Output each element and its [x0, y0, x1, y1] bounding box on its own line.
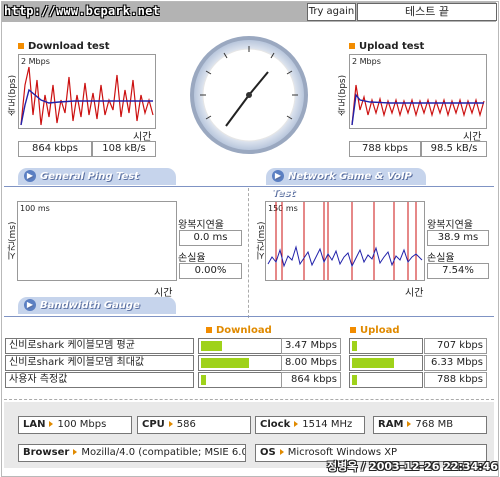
- bw-upload-header: Upload: [350, 325, 399, 336]
- arrow-right-icon: ▶: [272, 170, 284, 182]
- upload-gauge-bar: [349, 372, 423, 388]
- arrow-icon: [279, 449, 284, 455]
- bw-download-header: Download: [206, 325, 272, 336]
- upload-gauge-value: 788 kbps: [424, 372, 487, 388]
- upload-gauge-bar: [349, 355, 423, 371]
- signature-stamp: 정병옥 / 2003-12-26 22:34:46: [327, 460, 498, 473]
- ping-loss-value: 0.00%: [179, 263, 242, 279]
- ping-rtt-label: 왕복지연율: [178, 220, 224, 231]
- bandwidth-row-label: 신비로shark 케이블모뎀 최대값: [5, 355, 194, 371]
- cpu-box: CPU 586: [137, 416, 251, 434]
- download-kBs: 108 kB/s: [92, 141, 156, 157]
- tab-bandwidth-gauge[interactable]: ▶ Bandwidth Gauge: [18, 297, 176, 314]
- bandwidth-divider: [4, 316, 494, 317]
- arrow-right-icon: ▶: [24, 299, 36, 311]
- download-gauge-fill: [201, 358, 249, 368]
- upload-gauge-bar: [349, 338, 423, 354]
- upload-yaxis-label: 속도(bps): [338, 74, 348, 116]
- arrow-icon: [407, 421, 412, 427]
- try-again-button[interactable]: Try again: [307, 3, 356, 21]
- upload-gauge-value: 707 kbps: [424, 338, 487, 354]
- download-graph: 2 Mbps: [18, 54, 156, 129]
- site-url: http://www.bcpark.net: [4, 4, 160, 18]
- game-rtt-label: 왕복지연율: [427, 220, 473, 231]
- download-gauge-value: 864 kbps: [281, 372, 341, 388]
- download-gauge-fill: [201, 375, 206, 385]
- upload-title: Upload test: [349, 41, 424, 52]
- download-gauge-bar: [198, 338, 282, 354]
- upload-gauge-fill: [352, 375, 357, 385]
- speedometer-gauge: [190, 36, 308, 154]
- download-gauge-fill: [201, 341, 222, 351]
- tab-general-ping[interactable]: ▶ General Ping Test: [18, 168, 176, 185]
- game-graph: 150 ms: [265, 201, 425, 281]
- section-divider: [248, 188, 249, 318]
- system-divider: [4, 399, 494, 400]
- upload-kBs: 98.5 kB/s: [421, 141, 487, 157]
- test-status-box: 테스트 끝: [357, 3, 497, 21]
- orange-bullet-icon: [350, 327, 356, 333]
- download-title: Download test: [18, 41, 110, 52]
- game-loss-label: 손실율: [427, 253, 455, 264]
- orange-bullet-icon: [18, 43, 24, 49]
- upload-gauge-fill: [352, 358, 394, 368]
- download-kbps: 864 kbps: [18, 141, 92, 157]
- download-gauge-value: 3.47 Mbps: [281, 338, 341, 354]
- lan-box: LAN 100 Mbps: [18, 416, 132, 434]
- game-rtt-value: 38.9 ms: [427, 230, 489, 246]
- download-gauge-bar: [198, 355, 282, 371]
- upload-gauge-fill: [352, 341, 357, 351]
- game-xaxis-label: 시간: [405, 288, 424, 299]
- game-loss-value: 7.54%: [427, 263, 489, 279]
- ping-graph: 100 ms: [17, 201, 177, 281]
- download-graph-svg: [20, 66, 154, 126]
- upload-graph-svg: [351, 84, 485, 126]
- ping-loss-label: 손실율: [178, 253, 206, 264]
- arrow-icon: [168, 421, 173, 427]
- arrow-icon: [294, 421, 299, 427]
- ram-box: RAM 768 MB: [373, 416, 487, 434]
- bandwidth-row-label: 사용자 측정값: [5, 372, 194, 388]
- ping-rtt-value: 0.0 ms: [179, 230, 242, 246]
- orange-bullet-icon: [206, 327, 212, 333]
- ping-scale: 100 ms: [20, 204, 50, 213]
- tab-network-game-voip[interactable]: ▶ Network Game & VoIP Test: [266, 168, 426, 199]
- game-graph-svg: [267, 202, 423, 280]
- upload-graph: 2 Mbps: [349, 54, 487, 129]
- orange-bullet-icon: [349, 43, 355, 49]
- arrow-icon: [73, 449, 78, 455]
- download-gauge-value: 8.00 Mbps: [281, 355, 341, 371]
- upload-kbps: 788 kbps: [349, 141, 421, 157]
- arrow-icon: [49, 421, 54, 427]
- arrow-right-icon: ▶: [24, 170, 36, 182]
- browser-box: Browser Mozilla/4.0 (compatible; MSIE 6.0: [18, 444, 246, 462]
- tab-divider: [4, 186, 494, 187]
- clock-box: Clock 1514 MHz: [255, 416, 365, 434]
- download-gauge-bar: [198, 372, 282, 388]
- upload-gauge-value: 6.33 Mbps: [424, 355, 487, 371]
- bandwidth-row-label: 신비로shark 케이블모뎀 평균: [5, 338, 194, 354]
